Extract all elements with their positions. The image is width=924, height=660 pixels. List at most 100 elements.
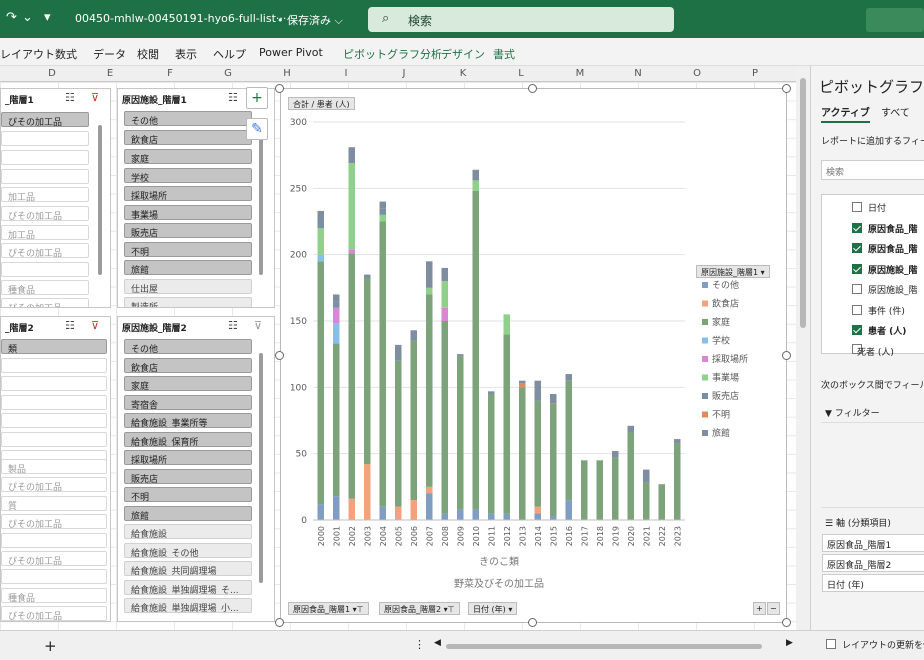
tab-data[interactable]: データ xyxy=(93,46,126,62)
tab-help[interactable]: ヘルプ xyxy=(213,46,246,62)
axis-field-button-year[interactable]: 日付 (年) ▾ xyxy=(468,602,518,615)
multi-select-icon[interactable]: ☷ xyxy=(65,91,75,104)
column-header[interactable]: P xyxy=(745,68,765,79)
slicer-item[interactable]: 種食品 xyxy=(1,280,89,295)
slicer-item[interactable]: ぴその加工品 xyxy=(1,206,89,221)
tab-pivotchart-analyze[interactable]: ピボットグラフ分析 xyxy=(343,46,442,62)
slicer-item[interactable]: 加工品 xyxy=(1,187,89,202)
slicer-item[interactable]: 旅館 xyxy=(124,506,252,521)
slicer-scrollbar[interactable] xyxy=(259,353,263,583)
slicer-item[interactable]: 旅館 xyxy=(124,260,252,275)
search-box[interactable]: ⌕ 検索 xyxy=(368,7,674,32)
clear-filter-icon[interactable]: ⊽ xyxy=(91,319,99,332)
resize-handle[interactable] xyxy=(528,84,537,93)
tab-active[interactable]: アクティブ xyxy=(821,104,870,123)
slicer-item[interactable]: 家庭 xyxy=(124,376,252,391)
column-header[interactable]: N xyxy=(628,68,648,79)
resize-handle[interactable] xyxy=(782,84,791,93)
slicer-scrollbar[interactable] xyxy=(98,125,102,275)
slicer-item[interactable] xyxy=(1,358,107,373)
tab-all[interactable]: すべて xyxy=(881,104,910,119)
slicer-food-level1[interactable]: _階層1 ☷ ⊽ ぴその加工品 加工品 ぴその加工品 加工品 ぴその加工品 種食… xyxy=(0,88,111,308)
save-status[interactable]: • 保存済み ⌵ xyxy=(277,12,343,28)
tab-design[interactable]: デザイン xyxy=(441,46,485,62)
slicer-item[interactable]: 家庭 xyxy=(124,149,252,164)
scroll-right-icon[interactable]: ▶ xyxy=(786,638,793,648)
field-checkbox[interactable] xyxy=(852,202,862,212)
slicer-item[interactable]: 販売店 xyxy=(124,223,252,238)
slicer-item[interactable]: ぴその加工品 xyxy=(1,243,89,258)
field-checkbox[interactable] xyxy=(852,284,862,294)
column-header[interactable]: L xyxy=(511,68,531,79)
legend-field-button[interactable]: 原因施設_階層1 ▾ xyxy=(696,265,770,278)
resize-handle[interactable] xyxy=(275,351,284,360)
resize-handle[interactable] xyxy=(275,618,284,627)
slicer-item[interactable]: ぴその加工品 xyxy=(1,298,89,307)
slicer-item[interactable]: ぴその加工品 xyxy=(1,606,107,621)
slicer-item[interactable]: 学校 xyxy=(124,168,252,183)
resize-handle[interactable] xyxy=(782,618,791,627)
column-header[interactable]: D xyxy=(42,68,62,79)
scroll-thumb[interactable] xyxy=(800,78,806,328)
column-header[interactable]: O xyxy=(687,68,707,79)
expand-field-button[interactable]: + xyxy=(753,602,766,615)
filter-drop-area[interactable] xyxy=(821,422,924,508)
chart-elements-button[interactable]: + xyxy=(246,87,268,109)
multi-select-icon[interactable]: ☷ xyxy=(65,319,75,332)
multi-select-icon[interactable]: ☷ xyxy=(228,91,238,104)
clear-filter-icon[interactable]: ⊽ xyxy=(254,319,262,332)
resize-handle[interactable] xyxy=(275,84,284,93)
column-header[interactable]: G xyxy=(218,68,238,79)
slicer-item[interactable]: ぴその加工品 xyxy=(1,112,89,127)
chart-styles-button[interactable]: ✎ xyxy=(246,118,268,140)
slicer-item[interactable]: ぴその加工品 xyxy=(1,551,107,566)
slicer-item[interactable] xyxy=(1,169,89,184)
field-checkbox[interactable] xyxy=(852,243,862,253)
slicer-item[interactable] xyxy=(1,150,89,165)
tab-view[interactable]: 表示 xyxy=(175,46,197,62)
resize-handle[interactable] xyxy=(528,618,537,627)
add-sheet-button[interactable]: + xyxy=(44,637,57,655)
slicer-item[interactable]: 製造所 xyxy=(124,297,252,307)
field-search-input[interactable]: 検索 xyxy=(821,160,924,180)
slicer-item[interactable] xyxy=(1,262,89,277)
pivot-chart[interactable]: 合計 / 患者 (人) 0 50 100 150 200 250 300 2000 2001 20… xyxy=(280,88,787,623)
tab-review[interactable]: 校閲 xyxy=(137,46,159,62)
tab-power-pivot[interactable]: Power Pivot xyxy=(259,46,323,59)
slicer-item[interactable]: ぴその加工品 xyxy=(1,514,107,529)
slicer-item[interactable] xyxy=(1,376,107,391)
axis-field-button-food1[interactable]: 原因食品_階層1 ▾⊤ xyxy=(288,602,369,615)
slicer-item[interactable]: 飲食店 xyxy=(124,130,252,145)
tab-formulas[interactable]: 数式 xyxy=(55,46,77,62)
tab-format[interactable]: 書式 xyxy=(493,46,515,62)
column-header[interactable]: J xyxy=(394,68,414,79)
slicer-item[interactable]: 給食施設_単独調理場_小... xyxy=(124,598,252,613)
column-header[interactable]: H xyxy=(277,68,297,79)
slicer-item[interactable]: 販売店 xyxy=(124,469,252,484)
slicer-item[interactable] xyxy=(1,533,107,548)
more-options-icon[interactable]: ⋮ xyxy=(414,638,425,651)
slicer-food-level2[interactable]: _階層2 ☷ ⊽ 類 製品 ぴその加工品 質 ぴその加工品 ぴその加工品 種食品… xyxy=(0,316,111,622)
collapse-field-button[interactable]: − xyxy=(767,602,780,615)
slicer-item[interactable]: ぴその加工品 xyxy=(1,477,107,492)
slicer-item[interactable]: 給食施設_単独調理場_そ... xyxy=(124,580,252,595)
multi-select-icon[interactable]: ☷ xyxy=(228,319,238,332)
column-header[interactable]: I xyxy=(336,68,356,79)
slicer-item[interactable]: 給食施設_共同調理場 xyxy=(124,561,252,576)
redo-icon[interactable]: ↷ xyxy=(6,10,17,25)
slicer-item[interactable] xyxy=(1,432,107,447)
file-name[interactable]: 00450-mhlw-00450191-hyo6-full-list··· xyxy=(75,12,286,25)
slicer-item[interactable]: 給食施設 xyxy=(124,524,252,539)
defer-update-checkbox[interactable] xyxy=(826,639,836,649)
clear-filter-icon[interactable]: ⊽ xyxy=(91,91,99,104)
column-header[interactable]: M xyxy=(570,68,590,79)
field-checkbox[interactable] xyxy=(852,305,862,315)
slicer-item[interactable]: 不明 xyxy=(124,487,252,502)
column-header[interactable]: F xyxy=(160,68,180,79)
slicer-item[interactable] xyxy=(1,395,107,410)
field-checkbox[interactable] xyxy=(852,264,862,274)
slicer-item[interactable]: 質 xyxy=(1,496,107,511)
slicer-item[interactable]: 製品 xyxy=(1,459,107,474)
column-header[interactable]: K xyxy=(453,68,473,79)
tab-layout[interactable]: レイアウト xyxy=(0,46,55,62)
